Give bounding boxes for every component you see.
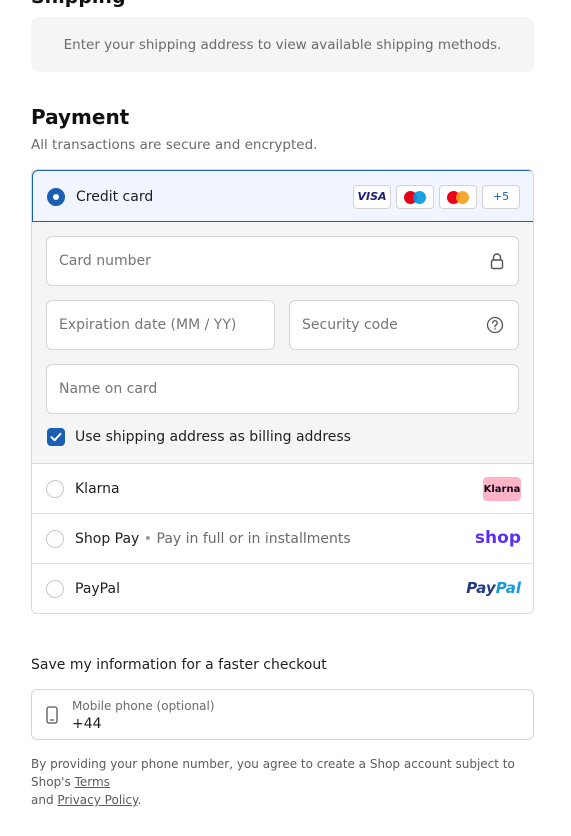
payment-title: Payment bbox=[31, 105, 130, 129]
privacy-policy-link[interactable]: Privacy Policy bbox=[57, 793, 137, 807]
payment-option-paypal[interactable]: PayPal PayPal bbox=[32, 564, 533, 613]
shop-pay-label: Shop Pay bbox=[75, 531, 140, 547]
paypal-radio[interactable] bbox=[46, 580, 64, 598]
credit-card-form: Card number Expiration date (MM / YY) Se… bbox=[32, 222, 533, 464]
klarna-label: Klarna bbox=[75, 481, 120, 497]
payment-option-credit-card[interactable]: Credit card VISA +5 bbox=[32, 170, 533, 222]
help-circle-icon[interactable] bbox=[486, 316, 504, 338]
billing-address-label: Use shipping address as billing address bbox=[75, 429, 351, 445]
card-number-placeholder: Card number bbox=[59, 253, 151, 269]
lock-icon bbox=[490, 252, 504, 274]
klarna-radio[interactable] bbox=[46, 480, 64, 498]
shop-logo: shop bbox=[474, 528, 521, 548]
terms-link[interactable]: Terms bbox=[75, 775, 110, 789]
paypal-label: PayPal bbox=[75, 581, 120, 597]
payment-subtitle: All transactions are secure and encrypte… bbox=[31, 137, 318, 153]
mobile-phone-value: +44 bbox=[72, 716, 102, 732]
expiration-date-field[interactable]: Expiration date (MM / YY) bbox=[46, 300, 275, 350]
shop-pay-radio[interactable] bbox=[46, 530, 64, 548]
disclaimer-and: and bbox=[31, 793, 54, 807]
payment-methods: Credit card VISA +5 Card number Expirati… bbox=[31, 169, 534, 614]
shipping-heading: Shipping bbox=[31, 0, 126, 8]
shop-pay-label-group: Shop Pay • Pay in full or in installment… bbox=[75, 531, 351, 547]
phone-icon bbox=[46, 706, 58, 728]
security-code-field[interactable]: Security code bbox=[289, 300, 519, 350]
more-cards-badge: +5 bbox=[482, 185, 520, 209]
phone-disclaimer: By providing your phone number, you agre… bbox=[31, 755, 541, 809]
shipping-notice-text: Enter your shipping address to view avai… bbox=[63, 36, 502, 53]
name-on-card-field[interactable]: Name on card bbox=[46, 364, 519, 414]
shipping-methods-notice: Enter your shipping address to view avai… bbox=[31, 17, 534, 72]
disclaimer-end: . bbox=[137, 793, 142, 807]
mastercard-icon bbox=[439, 185, 477, 209]
checkmark-icon bbox=[50, 432, 62, 442]
name-on-card-placeholder: Name on card bbox=[59, 381, 158, 397]
shop-pay-sublabel: Pay in full or in installments bbox=[156, 531, 351, 547]
mobile-phone-label: Mobile phone (optional) bbox=[72, 699, 215, 713]
card-number-field[interactable]: Card number bbox=[46, 236, 519, 286]
maestro-icon bbox=[396, 185, 434, 209]
mobile-phone-field[interactable]: Mobile phone (optional) +44 bbox=[31, 689, 534, 740]
visa-icon: VISA bbox=[353, 185, 391, 209]
credit-card-radio[interactable] bbox=[47, 188, 65, 206]
security-code-placeholder: Security code bbox=[302, 317, 398, 333]
save-info-title: Save my information for a faster checkou… bbox=[31, 657, 327, 673]
payment-option-shop-pay[interactable]: Shop Pay • Pay in full or in installment… bbox=[32, 514, 533, 564]
expiration-placeholder: Expiration date (MM / YY) bbox=[59, 317, 237, 333]
payment-option-klarna[interactable]: Klarna Klarna bbox=[32, 464, 533, 514]
billing-address-checkbox[interactable] bbox=[47, 428, 65, 446]
paypal-logo: PayPal bbox=[466, 579, 521, 597]
credit-card-label: Credit card bbox=[76, 189, 154, 205]
klarna-logo: Klarna bbox=[483, 477, 521, 501]
separator-dot: • bbox=[143, 531, 153, 547]
